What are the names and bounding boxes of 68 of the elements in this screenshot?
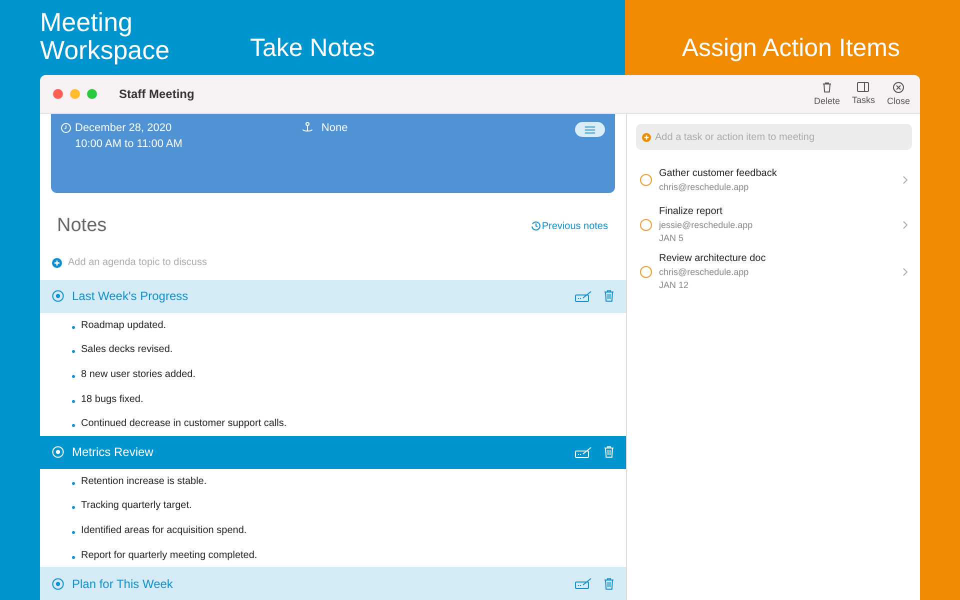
chevron-icon[interactable] <box>903 176 908 184</box>
app-title: Meeting Workspace <box>40 8 171 64</box>
close-icon <box>892 82 904 93</box>
note-text: Roadmap updated. <box>81 320 166 331</box>
task-checkbox[interactable] <box>640 174 652 186</box>
task-title: Review architecture doc <box>659 253 767 264</box>
bullet-icon <box>72 350 75 354</box>
sidebar-icon <box>857 82 870 92</box>
bullet-icon <box>72 374 75 378</box>
minimize-window-button[interactable] <box>70 89 80 99</box>
bullet-icon <box>72 326 75 329</box>
note-text: 18 bugs fixed. <box>81 394 144 405</box>
edit-icon[interactable] <box>575 578 592 590</box>
topic-header[interactable]: Plan for This Week <box>40 567 626 600</box>
toolbar-button[interactable]: Close <box>886 82 910 106</box>
zoom-window-button[interactable] <box>87 89 97 99</box>
target-icon <box>52 446 64 458</box>
note-text: Sales decks revised. <box>81 344 173 356</box>
bullet-icon <box>72 506 75 510</box>
trash-icon[interactable] <box>604 290 614 302</box>
caption: Take Notes <box>250 34 376 63</box>
task-assignee: chris@reschedule.app <box>659 182 750 192</box>
note-text: Tracking quarterly target. <box>81 500 192 512</box>
topic-header[interactable]: Metrics Review <box>40 436 626 469</box>
note-text: 8 new user stories added. <box>81 368 196 380</box>
chevron-icon[interactable] <box>903 220 908 228</box>
note-text: Report for quarterly meeting completed. <box>81 550 258 561</box>
target-icon <box>52 290 64 302</box>
event-date: December 28, 2020 <box>75 122 172 134</box>
task-checkbox[interactable] <box>640 218 652 230</box>
bullet-icon <box>72 530 75 534</box>
toolbar-button[interactable]: Delete <box>814 82 840 106</box>
agenda-input-field[interactable]: Add an agenda topic to discuss <box>40 237 626 280</box>
plus-icon <box>52 258 62 268</box>
event-time: 10:00 AM to 11:00 AM <box>75 138 182 150</box>
task-due-date: JAN 5 <box>659 233 685 243</box>
previous-notes-link[interactable]: Previous notes <box>530 220 608 232</box>
edit-icon[interactable] <box>575 446 592 458</box>
task-assignee: jessie@reschedule.app <box>659 220 754 230</box>
note-text: Retention increase is stable. <box>81 476 207 487</box>
note-text: Identified areas for acquisition spend. <box>81 524 247 536</box>
trash-icon[interactable] <box>604 578 614 590</box>
task-checkbox[interactable] <box>640 266 652 278</box>
plus-icon <box>642 132 651 142</box>
window-title: Staff Meeting <box>119 87 194 101</box>
trash-icon <box>822 82 832 93</box>
task-due-date: JAN 12 <box>659 280 690 290</box>
task-title: Gather customer feedback <box>659 168 778 179</box>
task-title: Finalize report <box>659 206 724 217</box>
task-assignee: chris@reschedule.app <box>659 267 750 277</box>
bullet-icon <box>72 482 75 485</box>
clock-icon <box>61 123 71 133</box>
bullet-icon <box>72 556 75 559</box>
options-button[interactable] <box>575 122 605 137</box>
caption: Assign Action Items <box>682 34 900 63</box>
note-text: Continued decrease in customer support calls. <box>81 418 287 430</box>
target-icon <box>52 578 64 590</box>
chevron-icon[interactable] <box>903 268 908 276</box>
topic-header[interactable]: Last Week's Progress <box>40 280 626 313</box>
notes-heading: Notes <box>57 215 107 238</box>
toolbar-button[interactable]: Tasks <box>852 82 875 106</box>
edit-icon[interactable] <box>575 290 592 302</box>
bullet-icon <box>72 424 75 428</box>
event-location: None <box>321 122 348 134</box>
task-input-field[interactable]: Add a task or action item to meeting <box>636 124 912 150</box>
bullet-icon <box>72 400 75 403</box>
history-icon <box>530 221 541 232</box>
close-window-button[interactable] <box>53 89 63 99</box>
